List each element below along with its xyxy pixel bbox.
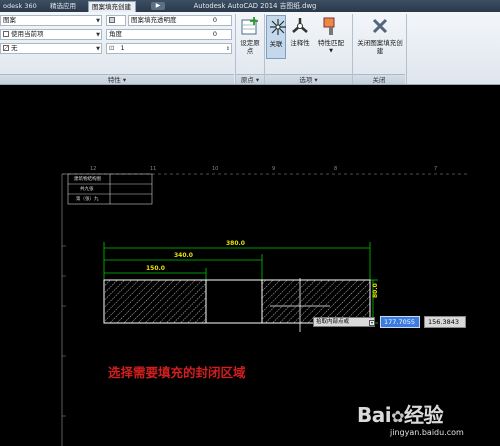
unfilled-region [205,279,263,324]
close-panel-title: 关闭 [353,74,405,84]
ruler-number: 8 [334,166,338,172]
scale-icon: ⊡ [109,44,115,52]
associative-button[interactable]: 关联 [266,15,286,59]
options-panel-title[interactable]: 选项 ▾ [265,74,352,84]
drawing-geometry [61,173,470,446]
title-bar: odesk 360 精选应用 图案填充创建 ▶ Autodesk AutoCAD… [0,0,500,12]
ruler-number: 11 [150,166,157,172]
app-title: Autodesk AutoCAD 2014 吉图纸.dwg [193,2,317,10]
transparency-label: 图案填充透明度 [131,16,177,24]
hatch-type-select[interactable]: 图案 ▼ [0,15,102,26]
title-block-cell: 第（张）九 [76,197,99,202]
transparency-value: 0 [212,16,217,24]
hatch-color-value: 使用当前项 [11,30,44,38]
close-hatch-creation-button[interactable]: 关闭图案填充创建 [356,15,404,55]
chevron-down-icon: ▼ [96,32,100,38]
set-origin-button[interactable]: 设定原点 [238,15,262,55]
hatched-region-left [103,279,207,324]
chevron-down-icon: ▼ [96,18,100,24]
properties-panel-title[interactable]: 特性 ▾ [0,74,234,84]
set-origin-icon [241,17,258,35]
angle-label: 角度 [109,30,122,38]
match-properties-label: 特性匹配 [318,39,344,47]
color-swatch-icon [3,31,9,37]
ruler-number: 9 [272,166,276,172]
tab-hatch-creation[interactable]: 图案填充创建 [88,1,136,12]
angle-field[interactable]: 角度 0 [106,29,232,40]
annotative-icon [292,18,308,33]
ruler-number: 10 [212,166,219,172]
ruler-number: 12 [90,166,97,172]
ribbon: 图案 ▼ 使用当前项 ▼ 无 ▼ 图案填充透明度 0 角度 0 ⊡ 1 ⇕ 特性 … [0,12,500,85]
transparency-field[interactable]: 图案填充透明度 0 [128,15,232,26]
dimension-label-side: 80.0 [372,283,379,298]
drawing-canvas[interactable]: 12 11 10 9 8 7 建筑物结构图 共九张 第（张）九 380.0 34… [0,86,500,446]
no-color-icon [3,45,9,51]
chevron-down-icon: ▼ [96,46,100,52]
match-properties-button[interactable]: 特性匹配 ▼ [314,15,348,55]
title-block-cell: 建筑物结构图 [74,177,101,182]
ruler-number: 7 [434,166,438,172]
origin-panel-title[interactable]: 原点 ▾ [236,74,264,84]
tab-autodesk-360[interactable]: odesk 360 [0,1,44,12]
transparency-type-select[interactable] [106,15,126,26]
dimension-label-middle: 340.0 [174,252,193,259]
close-icon [372,18,388,34]
watermark-url: jingyan.baidu.com [390,428,464,437]
set-origin-label: 设定原点 [240,39,260,55]
angle-value: 0 [212,30,217,38]
baidu-jingyan-logo: Bai✿经验 [357,403,444,427]
hatch-color-select[interactable]: 使用当前项 ▼ [0,29,102,40]
spinner-icon: ⇕ [225,46,230,52]
tab-featured-apps[interactable]: 精选应用 [47,1,85,12]
background-color-select[interactable]: 无 ▼ [0,43,102,54]
scale-field[interactable]: ⊡ 1 ⇕ [106,43,232,54]
panel-divider [406,14,407,84]
match-properties-icon [323,17,335,35]
coordinate-x-input[interactable]: 177.7055 [380,316,420,328]
annotative-label: 注释性 [290,39,310,47]
coordinate-y-input[interactable]: 156.3843 [424,316,466,328]
instruction-annotation: 选择需要填充的封闭区域 [108,365,246,380]
hatch-type-value: 图案 [3,16,16,24]
close-hatch-creation-label: 关闭图案填充创建 [357,39,403,55]
dimension-label-left: 150.0 [146,265,165,272]
title-block-cell: 共九张 [80,187,94,192]
dimension-label-overall: 380.0 [226,240,245,247]
transparency-icon [109,17,115,23]
chevron-down-icon: ▼ [329,48,333,54]
dropdown-arrow-icon[interactable]: ▾ [369,320,375,326]
scale-value: 1 [120,44,125,52]
associative-icon [270,19,286,35]
background-color-value: 无 [11,44,18,52]
paw-icon: ✿ [391,407,405,426]
annotative-button[interactable]: 注释性 [288,15,312,47]
video-icon[interactable]: ▶ [151,2,165,10]
associative-label: 关联 [269,40,283,48]
command-prompt-tooltip: 拾取内部点或 [313,317,375,327]
